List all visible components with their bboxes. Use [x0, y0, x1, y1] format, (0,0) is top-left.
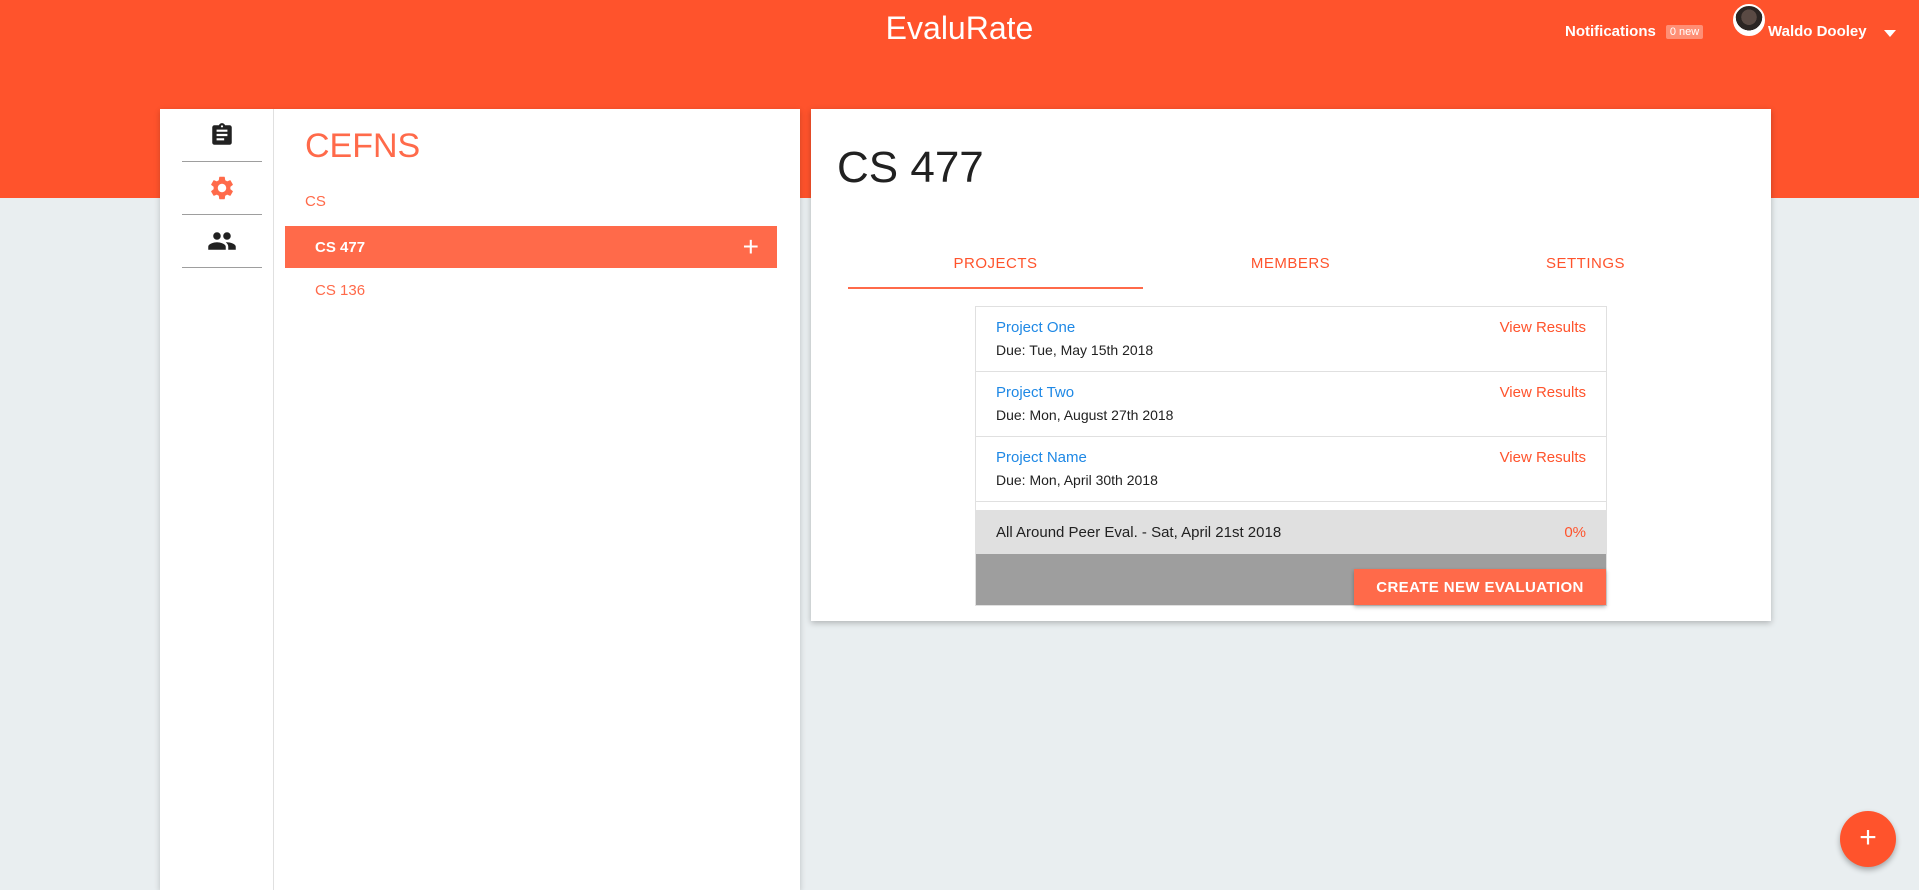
rail-item-evaluations[interactable] — [182, 109, 262, 162]
tab-projects[interactable]: PROJECTS — [848, 239, 1143, 289]
department-item[interactable]: CS — [305, 193, 326, 210]
create-evaluation-button[interactable]: CREATE NEW EVALUATION — [1354, 569, 1606, 605]
peer-eval-row[interactable]: All Around Peer Eval. - Sat, April 21st … — [976, 510, 1606, 554]
course-nav-list: CEFNS CS CS 477 + CS 136 — [274, 109, 800, 890]
view-results-link[interactable]: View Results — [1500, 319, 1586, 336]
school-title: CEFNS — [305, 127, 421, 165]
course-detail-panel: CS 477 PROJECTS MEMBERS SETTINGS Project… — [811, 109, 1771, 621]
course-item-cs136[interactable]: CS 136 — [285, 269, 777, 311]
clipboard-icon — [212, 123, 232, 145]
course-item-cs477[interactable]: CS 477 + — [285, 226, 777, 268]
people-icon — [208, 232, 236, 250]
project-due-date: Due: Tue, May 15th 2018 — [996, 342, 1154, 358]
avatar[interactable] — [1733, 4, 1765, 36]
view-results-link[interactable]: View Results — [1500, 449, 1586, 466]
navigation-panel: CEFNS CS CS 477 + CS 136 — [160, 109, 800, 890]
project-due-date: Due: Mon, April 30th 2018 — [996, 472, 1158, 488]
project-link[interactable]: Project Two — [996, 384, 1586, 401]
course-label: CS 477 — [315, 238, 366, 256]
add-fab-button[interactable]: + — [1840, 811, 1896, 867]
course-label: CS 136 — [315, 281, 366, 299]
rail-item-members[interactable] — [182, 215, 262, 268]
view-results-link[interactable]: View Results — [1500, 384, 1586, 401]
notifications-badge: 0 new — [1665, 24, 1704, 39]
icon-rail — [160, 109, 274, 890]
add-icon[interactable]: + — [743, 233, 759, 261]
list-item: Project Two Due: Mon, August 27th 2018 V… — [976, 372, 1606, 437]
list-item: Project Name Due: Mon, April 30th 2018 V… — [976, 437, 1606, 502]
rail-item-settings[interactable] — [182, 162, 262, 215]
notifications-link[interactable]: Notifications 0 new — [1565, 23, 1704, 40]
project-due-date: Due: Mon, August 27th 2018 — [996, 407, 1174, 423]
chevron-down-icon[interactable] — [1884, 30, 1896, 37]
evaluation-footer: CREATE NEW EVALUATION — [976, 554, 1606, 605]
tab-members[interactable]: MEMBERS — [1143, 239, 1438, 289]
gear-icon — [211, 176, 233, 200]
page-title: CS 477 — [837, 143, 984, 192]
tab-bar: PROJECTS MEMBERS SETTINGS — [848, 239, 1733, 289]
peer-eval-label: All Around Peer Eval. - Sat, April 21st … — [996, 523, 1282, 541]
projects-list: Project One Due: Tue, May 15th 2018 View… — [975, 306, 1607, 606]
tab-settings[interactable]: SETTINGS — [1438, 239, 1733, 289]
project-link[interactable]: Project One — [996, 319, 1586, 336]
peer-eval-progress: 0% — [1564, 523, 1586, 541]
project-link[interactable]: Project Name — [996, 449, 1586, 466]
notifications-label: Notifications — [1565, 23, 1656, 40]
user-name[interactable]: Waldo Dooley — [1768, 23, 1867, 40]
list-item: Project One Due: Tue, May 15th 2018 View… — [976, 307, 1606, 372]
